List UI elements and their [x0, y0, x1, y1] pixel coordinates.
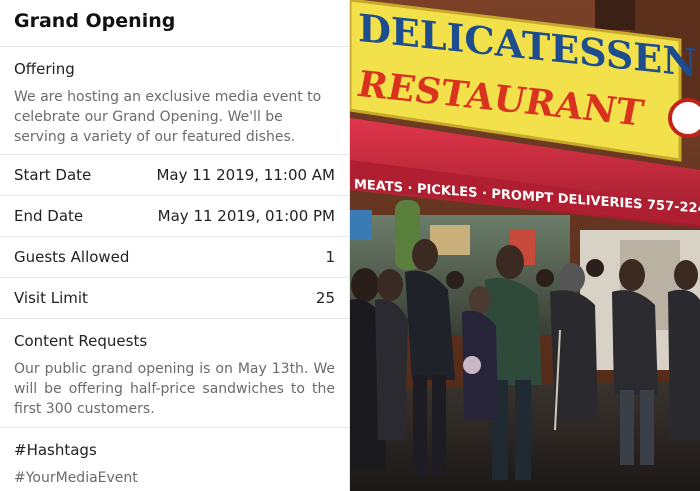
- deli-storefront-image: DELICATESSEN RESTAURANT MEATS · PICKLES …: [350, 0, 700, 491]
- hashtags-label: #Hashtags: [14, 441, 97, 459]
- visit-limit-label: Visit Limit: [14, 289, 88, 307]
- hashtags-text: #YourMediaEvent: [14, 470, 138, 486]
- hashtags-section: #Hashtags #YourMediaEvent: [0, 428, 349, 491]
- offering-text: We are hosting an exclusive media event …: [14, 89, 322, 145]
- visit-limit-value: 25: [315, 289, 335, 307]
- page-title: Grand Opening: [0, 0, 349, 47]
- guests-allowed-row: Guests Allowed 1: [0, 237, 349, 278]
- guests-allowed-value: 1: [325, 248, 335, 266]
- end-date-value: May 11 2019, 01:00 PM: [157, 207, 335, 225]
- end-date-row: End Date May 11 2019, 01:00 PM: [0, 196, 349, 237]
- content-requests-label: Content Requests: [14, 332, 148, 350]
- content-requests-text: Our public grand opening is on May 13th.…: [14, 361, 335, 417]
- guests-allowed-label: Guests Allowed: [14, 248, 130, 266]
- start-date-row: Start Date May 11 2019, 11:00 AM: [0, 155, 349, 196]
- emblem-icon: [668, 98, 700, 138]
- start-date-value: May 11 2019, 11:00 AM: [156, 166, 335, 184]
- start-date-label: Start Date: [14, 166, 92, 184]
- offering-label: Offering: [14, 60, 75, 78]
- end-date-label: End Date: [14, 207, 84, 225]
- event-details-panel: Grand Opening Offering We are hosting an…: [0, 0, 350, 491]
- visit-limit-row: Visit Limit 25: [0, 278, 349, 319]
- event-photo: DELICATESSEN RESTAURANT MEATS · PICKLES …: [350, 0, 700, 491]
- content-requests-section: Content Requests Our public grand openin…: [0, 319, 349, 428]
- offering-section: Offering We are hosting an exclusive med…: [0, 47, 349, 155]
